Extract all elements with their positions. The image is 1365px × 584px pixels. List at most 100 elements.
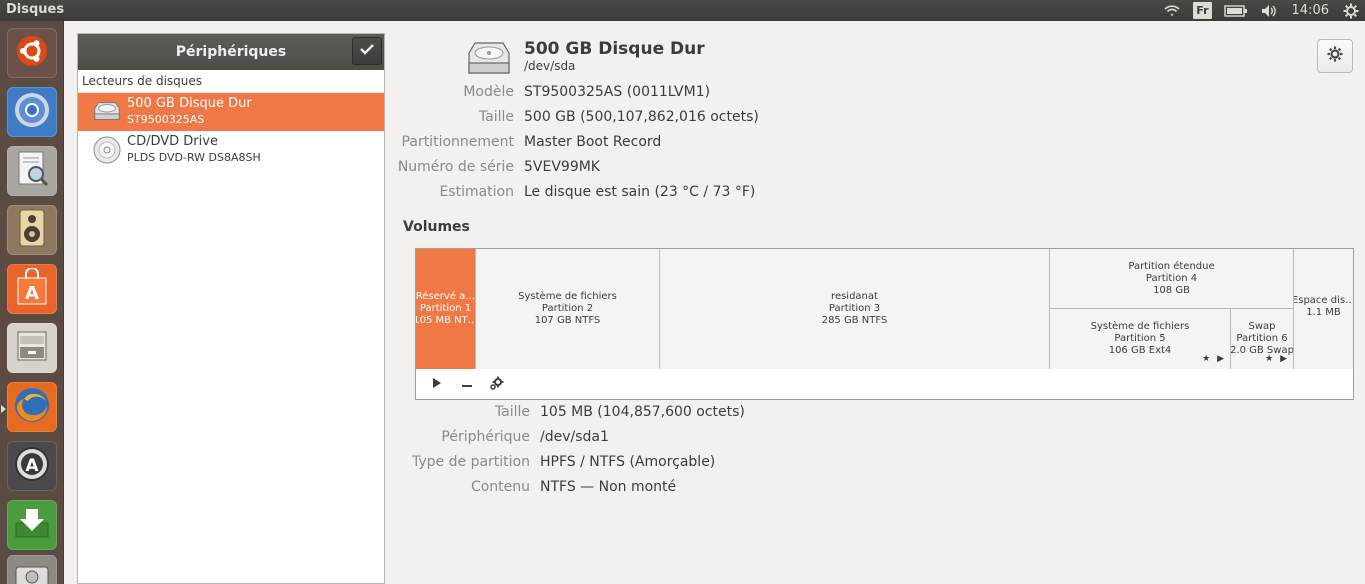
sidebar-header: Périphériques — [78, 34, 384, 70]
partition-line: 105 MB NT… — [416, 315, 476, 326]
launcher-document-viewer[interactable] — [7, 146, 57, 196]
partition-line: Partition 2 — [541, 303, 594, 314]
wifi-icon[interactable] — [1163, 0, 1181, 21]
launcher: A A — [0, 21, 64, 584]
partition-segment[interactable]: Partition étendue Partition 4 108 GB — [1050, 249, 1294, 309]
prop-value: HPFS / NTFS (Amorçable) — [540, 454, 716, 470]
updater-icon: A — [12, 444, 52, 488]
prop-key: Type de partition — [412, 454, 530, 470]
partition-line: 285 GB NTFS — [821, 315, 888, 326]
gears-icon — [489, 375, 505, 394]
partition-line: Système de fichiers — [1090, 321, 1190, 332]
minus-icon — [461, 377, 473, 391]
prop-key: Taille — [478, 109, 514, 125]
prop-value: 5VEV99MK — [524, 159, 600, 175]
drive-row-optical[interactable]: CD/DVD Drive PLDS DVD-RW DS8A8SH — [78, 131, 384, 169]
launcher-disks[interactable] — [7, 555, 57, 584]
prop-key: Estimation — [439, 184, 514, 200]
gear-icon — [1327, 46, 1343, 67]
partition-line: Partition 1 — [419, 303, 472, 314]
disk-device-path: /dev/sda — [524, 59, 576, 73]
battery-icon[interactable] — [1223, 0, 1248, 21]
launcher-running-indicator — [1, 405, 6, 413]
partition-line: Partition étendue — [1128, 260, 1215, 272]
disk-prop-row: Numéro de série — [385, 159, 514, 179]
document-viewer-icon — [14, 149, 50, 193]
drive-model: ST9500325AS — [127, 113, 205, 126]
partition-prop-row: Taille — [385, 404, 530, 424]
prop-value: Le disque est sain (23 °C / 73 °F) — [524, 184, 756, 200]
mount-button[interactable] — [426, 373, 448, 395]
play-icon — [432, 377, 442, 392]
partition-segment[interactable]: Espace dis… 1.1 MB — [1294, 249, 1353, 369]
launcher-firefox[interactable] — [7, 382, 57, 432]
download-arrow-icon — [13, 505, 51, 545]
disks-icon — [13, 563, 51, 584]
partition-prop-row: Type de partition — [385, 454, 530, 474]
prop-value: ST9500325AS (0011LVM1) — [524, 84, 711, 100]
svg-text:A: A — [25, 456, 39, 476]
hard-disk-large-icon — [465, 39, 513, 79]
shopping-bag-icon: A — [15, 267, 49, 310]
prop-key: Numéro de série — [397, 159, 514, 175]
launcher-software-updater[interactable]: A — [7, 441, 57, 491]
drive-model: PLDS DVD-RW DS8A8SH — [127, 151, 261, 164]
disk-title: 500 GB Disque Dur — [524, 39, 705, 59]
section-label-disk-drives: Lecteurs de disques — [78, 70, 384, 93]
system-gear-icon[interactable] — [1343, 0, 1359, 21]
launcher-download-manager[interactable] — [7, 500, 57, 550]
drive-name: 500 GB Disque Dur — [127, 96, 252, 111]
delete-partition-button[interactable] — [456, 373, 478, 395]
devices-sidebar: Périphériques Lecteurs de disques 500 GB… — [77, 33, 385, 584]
svg-text:A: A — [25, 283, 39, 304]
partition-prop-row: Périphérique — [385, 429, 530, 449]
volumes-heading: Volumes — [403, 219, 470, 235]
partition-line: residanat — [831, 291, 878, 302]
drive-text: CD/DVD Drive PLDS DVD-RW DS8A8SH — [127, 134, 261, 166]
partition-map: Réservé a… Partition 1 105 MB NT… Systèm… — [416, 249, 1353, 369]
partition-toolbar — [416, 369, 1353, 399]
prop-value: Master Boot Record — [524, 134, 662, 150]
checkmark-icon — [360, 43, 374, 59]
partition-line: Partition 3 — [828, 303, 881, 314]
partition-line: 108 GB — [1153, 284, 1190, 296]
disk-prop-row: Partitionnement — [385, 134, 514, 154]
select-mode-button[interactable] — [352, 37, 382, 65]
chromium-icon — [13, 91, 51, 133]
partition-line: 107 GB NTFS — [534, 315, 601, 326]
partition-segment[interactable]: Réservé a… Partition 1 105 MB NT… — [416, 249, 476, 369]
prop-key: Modèle — [463, 84, 514, 100]
launcher-file-manager[interactable] — [7, 323, 57, 373]
disk-prop-row: Taille — [385, 109, 514, 129]
launcher-ubuntu-dash[interactable] — [7, 28, 57, 78]
launcher-rhythmbox[interactable] — [7, 205, 57, 255]
sidebar-title: Périphériques — [175, 44, 287, 60]
ubuntu-logo-icon — [14, 33, 50, 73]
volume-icon[interactable] — [1260, 0, 1278, 21]
partition-segment[interactable]: Système de fichiers Partition 5 106 GB E… — [1050, 309, 1231, 369]
disk-prop-row: Modèle — [385, 84, 514, 104]
drive-row-hard-disk[interactable]: 500 GB Disque Dur ST9500325AS — [78, 93, 384, 131]
keyboard-language-indicator[interactable]: Fr — [1193, 2, 1212, 19]
launcher-chromium[interactable] — [7, 87, 57, 137]
prop-key: Partitionnement — [401, 134, 514, 150]
partition-line: 106 GB Ext4 — [1108, 345, 1172, 356]
clock[interactable]: 14:06 — [1292, 0, 1329, 21]
partition-line: Partition 4 — [1145, 272, 1198, 284]
disk-prop-row: Estimation — [385, 184, 514, 204]
drive-text: 500 GB Disque Dur ST9500325AS — [127, 96, 252, 128]
partition-segment[interactable]: Swap Partition 6 2.0 GB Swap ★ ▶ — [1231, 309, 1294, 369]
optical-disc-icon — [92, 136, 122, 164]
prop-key: Périphérique — [441, 429, 530, 445]
partition-line: Swap — [1248, 321, 1276, 332]
prop-value: NTFS — Non monté — [540, 479, 677, 495]
launcher-software-center[interactable]: A — [7, 264, 57, 314]
prop-value: 500 GB (500,107,862,016 octets) — [524, 109, 759, 125]
drive-options-button[interactable] — [1317, 39, 1353, 73]
partition-options-button[interactable] — [486, 373, 508, 395]
partition-line: Partition 6 — [1236, 333, 1288, 344]
partition-segment[interactable]: residanat Partition 3 285 GB NTFS — [660, 249, 1050, 369]
prop-key: Contenu — [470, 479, 530, 495]
partition-segment[interactable]: Système de fichiers Partition 2 107 GB N… — [476, 249, 660, 369]
indicator-area: Fr 14:06 — [1157, 0, 1365, 21]
